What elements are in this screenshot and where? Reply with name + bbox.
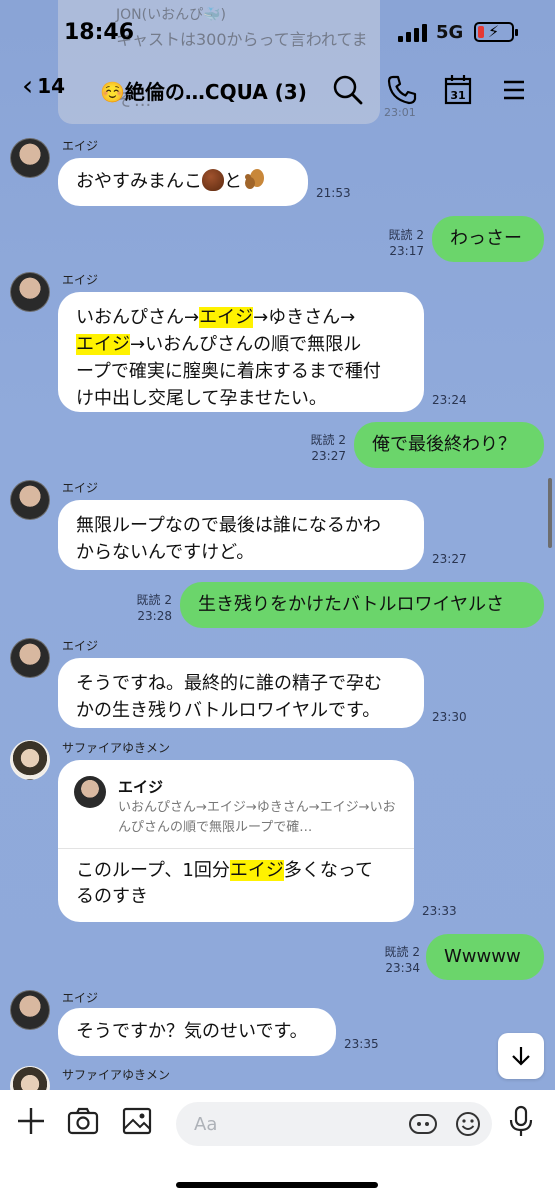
reply-message-bubble[interactable]: エイジ いおんぴさん→エイジ→ゆきさん→エイジ→いおんぴさんの順で無限ループで確… bbox=[58, 760, 414, 922]
image-button[interactable] bbox=[120, 1104, 154, 1138]
search-button[interactable] bbox=[330, 72, 366, 108]
read-receipt: 既読 2 bbox=[136, 593, 172, 607]
camera-icon bbox=[67, 1107, 99, 1135]
message-time: 23:35 bbox=[344, 1037, 379, 1051]
message-input[interactable] bbox=[194, 1110, 384, 1138]
message-time: 23:34 bbox=[385, 961, 420, 975]
quoted-sender: エイジ bbox=[118, 778, 164, 796]
read-receipt: 既読 2 bbox=[388, 228, 424, 242]
message-input-field[interactable] bbox=[176, 1102, 492, 1146]
message-time: 23:30 bbox=[432, 710, 467, 724]
my-message-bubble[interactable]: わっさー bbox=[432, 216, 544, 262]
calendar-button[interactable]: 31 bbox=[440, 72, 476, 108]
message-bubble[interactable]: そうですね。最終的に誰の精子で孕む かの生き残りバトルロワイヤルです。 bbox=[58, 658, 424, 728]
message-time: 23:33 bbox=[422, 904, 457, 918]
chat-header: ‹ 14 ☺️絶倫の…CQUA (3) 31 bbox=[0, 66, 555, 114]
microphone-button[interactable] bbox=[504, 1104, 538, 1138]
calendar-icon: 31 bbox=[444, 75, 472, 105]
back-button[interactable]: ‹ 14 bbox=[22, 72, 65, 100]
phone-icon bbox=[387, 75, 417, 105]
status-bar: 18:46 5G ⚡ bbox=[0, 0, 555, 62]
image-icon bbox=[122, 1107, 152, 1135]
quoted-text[interactable]: いおんぴさん→エイジ→ゆきさん→エイジ→いおんぴさんの順で無限ループで確… bbox=[118, 798, 400, 838]
read-receipt: 既読 2 bbox=[384, 945, 420, 959]
quoted-avatar bbox=[74, 776, 106, 808]
my-message-bubble[interactable]: Wwwww bbox=[426, 934, 544, 980]
emoji-chestnut-icon bbox=[202, 169, 224, 191]
avatar[interactable] bbox=[10, 638, 50, 678]
scroll-down-icon bbox=[512, 1047, 530, 1066]
divider bbox=[58, 848, 414, 849]
home-indicator bbox=[176, 1182, 378, 1188]
scroll-to-bottom-button[interactable] bbox=[498, 1033, 544, 1079]
sender-name: エイジ bbox=[62, 273, 99, 287]
reply-text: このループ、1回分エイジ多くなって るのすき bbox=[76, 860, 373, 907]
message-bubble[interactable]: いおんぴさん→エイジ→ゆきさん→ エイジ→いおんぴさんの順で無限ル ープで確実に… bbox=[58, 292, 424, 412]
avatar[interactable] bbox=[10, 272, 50, 312]
chat-title[interactable]: ☺️絶倫の…CQUA (3) bbox=[100, 76, 307, 105]
smiley-icon[interactable] bbox=[454, 1110, 482, 1138]
highlight-text: エイジ bbox=[199, 307, 254, 328]
message-time: 23:27 bbox=[432, 552, 467, 566]
camera-button[interactable] bbox=[66, 1104, 100, 1138]
battery-icon: ⚡ bbox=[474, 22, 518, 42]
microphone-icon bbox=[509, 1105, 533, 1136]
message-time: 23:17 bbox=[389, 244, 424, 258]
menu-icon bbox=[504, 80, 524, 100]
sender-name: サファイアゆきメン bbox=[62, 1068, 171, 1082]
emoji-squirrel-icon bbox=[245, 169, 264, 189]
search-icon bbox=[333, 75, 363, 105]
sender-name: エイジ bbox=[62, 481, 99, 495]
highlight-text: エイジ bbox=[229, 860, 284, 881]
message-time: 21:53 bbox=[316, 186, 351, 200]
sender-name: エイジ bbox=[62, 639, 99, 653]
unread-count: 14 bbox=[37, 74, 66, 98]
back-chevron-icon: ‹ bbox=[22, 69, 34, 102]
avatar[interactable] bbox=[10, 740, 50, 780]
message-time: 23:24 bbox=[432, 393, 467, 407]
avatar[interactable] bbox=[10, 480, 50, 520]
sender-name: エイジ bbox=[62, 139, 99, 153]
message-bubble[interactable]: 無限ループなので最後は誰になるかわ からないんですけど。 bbox=[58, 500, 424, 570]
signal-icon bbox=[398, 24, 428, 42]
calendar-day: 31 bbox=[450, 89, 465, 102]
highlight-text: エイジ bbox=[76, 334, 130, 355]
sticker-icon[interactable] bbox=[408, 1110, 438, 1138]
message-time: 23:27 bbox=[311, 449, 346, 463]
sender-name: エイジ bbox=[62, 991, 99, 1005]
read-receipt: 既読 2 bbox=[310, 433, 346, 447]
avatar[interactable] bbox=[10, 990, 50, 1030]
plus-button[interactable] bbox=[14, 1104, 48, 1138]
message-time: 23:28 bbox=[137, 609, 172, 623]
call-button[interactable] bbox=[384, 72, 420, 108]
status-time: 18:46 bbox=[64, 20, 135, 45]
my-message-bubble[interactable]: 生き残りをかけたバトルロワイヤルさ bbox=[180, 582, 544, 628]
my-message-bubble[interactable]: 俺で最後終わり？ bbox=[354, 422, 544, 468]
avatar[interactable] bbox=[10, 138, 50, 178]
sender-name: サファイアゆきメン bbox=[62, 741, 171, 755]
network-type: 5G bbox=[436, 22, 464, 43]
message-bubble[interactable]: そうですか？気のせいです。 bbox=[58, 1008, 336, 1056]
plus-icon bbox=[18, 1108, 44, 1134]
message-bubble[interactable]: おやすみまんこと bbox=[58, 158, 308, 206]
scrollbar[interactable] bbox=[548, 478, 552, 548]
menu-button[interactable] bbox=[496, 72, 532, 108]
